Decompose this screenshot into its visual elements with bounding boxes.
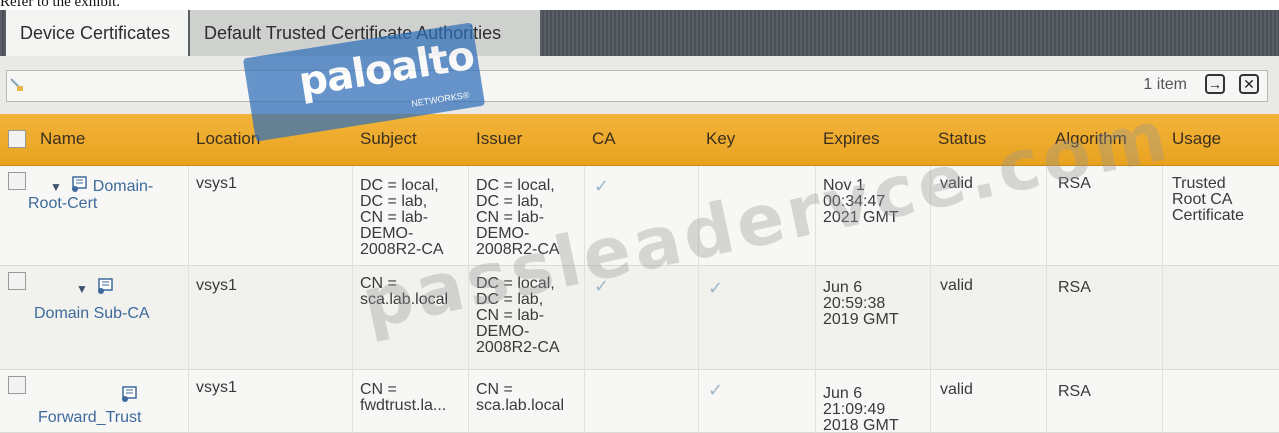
column-header-subject[interactable]: Subject [360, 129, 417, 149]
column-header-name[interactable]: Name [40, 129, 85, 149]
apply-filter-button[interactable]: → [1205, 74, 1225, 94]
row-checkbox[interactable] [8, 172, 26, 190]
column-header-issuer[interactable]: Issuer [476, 129, 522, 149]
subject-cell: CN = fwdtrust.la... [360, 381, 447, 414]
key-check-icon: ✓ [708, 278, 724, 298]
certificate-icon [72, 176, 88, 192]
column-header-expires[interactable]: Expires [823, 129, 880, 149]
column-divider [1046, 166, 1047, 433]
cert-name-link[interactable]: Forward_Trust [38, 410, 141, 426]
issuer-cell: CN = sca.lab.local [476, 381, 565, 414]
location-cell: vsys1 [196, 277, 237, 294]
collapse-triangle-icon[interactable]: ▼ [76, 282, 88, 296]
location-cell: vsys1 [196, 379, 237, 396]
row-checkbox[interactable] [8, 376, 26, 394]
table-row[interactable]: Forward_Trust vsys1 CN = fwdtrust.la... C… [0, 370, 1279, 433]
algorithm-cell: RSA [1058, 383, 1091, 400]
tab-bar: Device Certificates Default Trusted Cert… [0, 10, 1279, 56]
cert-name-link[interactable]: Domain- [93, 178, 153, 195]
status-cell: valid [940, 277, 973, 294]
column-header-usage[interactable]: Usage [1172, 129, 1221, 149]
algorithm-cell: RSA [1058, 279, 1091, 296]
close-icon: ✕ [1243, 76, 1255, 92]
row-checkbox[interactable] [8, 272, 26, 290]
column-divider [188, 166, 189, 433]
filter-toolbar: 1 item → ✕ [0, 56, 1279, 114]
status-cell: valid [940, 381, 973, 398]
cert-name-cell: ▼ Domain- [50, 176, 153, 195]
column-header-location[interactable]: Location [196, 129, 260, 149]
cert-name-cell: ▼ [76, 278, 114, 297]
filter-input[interactable]: 1 item → ✕ [6, 70, 1268, 102]
column-header-key[interactable]: Key [706, 129, 735, 149]
arrow-right-icon: → [1208, 76, 1222, 92]
expires-cell: Jun 6 21:09:49 2018 GMT [823, 385, 899, 433]
column-divider [1162, 166, 1163, 433]
cert-name-link[interactable]: Domain Sub-CA [34, 306, 150, 322]
expires-cell: Jun 6 20:59:38 2019 GMT [823, 279, 899, 328]
column-header-ca[interactable]: CA [592, 129, 616, 149]
key-check-icon: ✓ [708, 380, 724, 400]
cert-name-cell [120, 386, 138, 405]
tab-device-certificates[interactable]: Device Certificates [6, 10, 188, 56]
usage-cell: Trusted Root CA Certificate [1172, 175, 1245, 224]
ca-check-icon: ✓ [594, 176, 610, 196]
select-all-checkbox[interactable] [8, 130, 26, 148]
clear-filter-button[interactable]: ✕ [1239, 74, 1259, 94]
certificate-icon [98, 278, 114, 294]
cert-name-link[interactable]: Root-Cert [28, 196, 97, 212]
exhibit-caption: Refer to the exhibit. [0, 0, 120, 10]
logo-subtext: NETWORKS® [410, 89, 471, 109]
subject-cell: DC = local, DC = lab, CN = lab- DEMO- 2008R2… [360, 177, 444, 258]
column-divider [352, 166, 353, 433]
filter-icon [10, 78, 23, 91]
item-count: 1 item [1143, 76, 1187, 93]
certificate-icon [122, 386, 137, 402]
location-cell: vsys1 [196, 175, 237, 192]
collapse-triangle-icon[interactable]: ▼ [50, 180, 62, 194]
